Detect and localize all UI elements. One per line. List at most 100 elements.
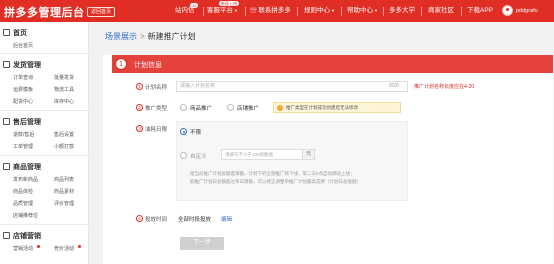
promotion-type-notice: ! 推广类型在计划成功创建后无法修改 xyxy=(273,102,401,113)
page-title: 新建推广计划 xyxy=(147,32,196,41)
sidebar-item-logistics[interactable]: 物流工具 xyxy=(54,86,74,93)
sidebar-item-batch-ship[interactable]: 批量发货 xyxy=(54,74,74,81)
divider xyxy=(0,224,89,225)
char-counter: 0/20 xyxy=(389,83,399,89)
truck-icon xyxy=(3,61,10,68)
plan-name-label: 计划名称 xyxy=(145,85,168,91)
return-icon xyxy=(3,118,10,125)
sidebar-item-recommend-slot[interactable]: 店铺推荐位 xyxy=(13,212,38,219)
sidebar-item-product-assets[interactable]: 商品素材 xyxy=(54,188,74,195)
nav-download-app-label: 下载APP xyxy=(467,7,494,14)
product-promotion-option[interactable]: 商品推广 xyxy=(190,104,212,112)
sidebar-item-orders[interactable]: 订单查询 xyxy=(13,74,33,81)
sidebar-item-aftersale-settings[interactable]: 售后设置 xyxy=(54,131,74,138)
sidebar-item-home[interactable]: 后台首页 xyxy=(13,42,33,49)
home-icon xyxy=(3,29,10,36)
budget-input[interactable]: 请填写不小于100的数值 xyxy=(221,149,303,160)
nav-divider xyxy=(341,7,342,16)
nav-download-app[interactable]: 下载APP xyxy=(467,0,493,22)
divider xyxy=(0,53,89,54)
back-home-button[interactable]: 返回首页 xyxy=(87,7,116,17)
phone-icon: ☏ xyxy=(250,7,257,14)
store-promotion-option[interactable]: 店铺推广 xyxy=(237,104,259,112)
sidebar-section-products[interactable]: 商品管理 xyxy=(3,162,41,172)
budget-panel xyxy=(176,121,408,201)
sidebar-item-refund[interactable]: 退款/售后 xyxy=(13,131,34,138)
top-bar: 拼多多管理后台 返回首页 站内信 26 客服平台▼ 新版上线 ☏ 联系拼多多 规… xyxy=(0,0,554,22)
messages-badge: 26 xyxy=(190,3,199,8)
breadcrumb-parent[interactable]: 场景展示 xyxy=(105,32,137,41)
store-promotion-radio[interactable] xyxy=(227,104,234,111)
nav-contact-label: 联系拼多多 xyxy=(258,7,291,14)
sidebar-section-label: 售后管理 xyxy=(13,119,41,126)
box-icon xyxy=(3,163,10,170)
row-number: 1 xyxy=(136,83,143,90)
username[interactable]: pddgrafu xyxy=(516,0,538,22)
nav-university-label: 多多大学 xyxy=(389,7,415,14)
promotion-type-label: 推广类型 xyxy=(145,106,168,112)
chevron-down-icon: ▼ xyxy=(331,8,335,13)
nav-community[interactable]: 商家社区 xyxy=(428,0,454,22)
sidebar-item-new-product[interactable]: 发布新商品 xyxy=(13,176,38,183)
app-logo[interactable]: 拼多多管理后台 xyxy=(4,4,85,20)
nav-rules[interactable]: 规则中心▼ xyxy=(304,0,335,22)
product-promotion-radio[interactable] xyxy=(180,104,187,111)
main-content: 场景展示 > 新建推广计划 1 计划信息 1 计划名称 请输入计划名称 0/20 推… xyxy=(89,22,554,264)
plan-name-hint: 推广计划名称长度应在4-20 xyxy=(414,84,475,90)
chevron-down-icon: ▼ xyxy=(234,8,238,13)
notification-dot xyxy=(37,245,40,248)
nav-community-label: 商家社区 xyxy=(428,7,454,14)
row-number: 4 xyxy=(136,215,143,222)
sidebar-item-product-check[interactable]: 商品体检 xyxy=(13,188,33,195)
warning-icon: ! xyxy=(277,104,283,111)
next-step-button[interactable]: 下一步 xyxy=(180,237,224,250)
row-number: 3 xyxy=(136,125,143,132)
sidebar-item-small-payment[interactable]: 小额打款 xyxy=(54,143,74,150)
nav-contact[interactable]: ☏ 联系拼多多 xyxy=(250,0,291,22)
avatar[interactable] xyxy=(502,5,513,16)
sidebar-section-label: 店铺营销 xyxy=(13,233,41,240)
sidebar-item-marketing-activity[interactable]: 营销活动 xyxy=(13,245,33,252)
store-icon xyxy=(3,232,10,239)
daily-budget-label: 油耗日限 xyxy=(145,127,168,133)
sidebar-item-tickets[interactable]: 工单管理 xyxy=(13,143,33,150)
sidebar-item-distribution[interactable]: 配货中心 xyxy=(13,98,33,105)
sidebar-item-inventory[interactable]: 库存中心 xyxy=(54,98,74,105)
card-header: 1 计划信息 xyxy=(103,55,553,73)
sidebar-section-marketing[interactable]: 店铺营销 xyxy=(3,231,41,241)
unlimited-option[interactable]: 不限 xyxy=(190,128,201,136)
sidebar-section-aftersale[interactable]: 售后管理 xyxy=(3,117,41,127)
step-number: 1 xyxy=(115,58,127,70)
custom-radio[interactable] xyxy=(180,152,187,159)
sidebar-item-shipping-template[interactable]: 运费模板 xyxy=(13,86,33,93)
nav-help-label: 帮助中心 xyxy=(347,7,373,14)
nav-customer-service-label: 客服平台 xyxy=(207,7,233,14)
sidebar-section-label: 首页 xyxy=(13,30,27,37)
row-number: 2 xyxy=(136,104,143,111)
schedule-label: 投放时间 xyxy=(145,217,168,223)
budget-description: 如推广计划日总额超过单日限额，可以修正调整单推广计划最高花费（计划日总限额） xyxy=(190,179,361,184)
plan-name-input[interactable]: 请输入计划名称 xyxy=(176,81,408,92)
nav-divider xyxy=(461,7,462,16)
sidebar-section-shipping[interactable]: 发货管理 xyxy=(3,60,41,70)
breadcrumb-separator: > xyxy=(140,32,145,41)
nav-messages-label: 站内信 xyxy=(175,7,195,14)
sidebar-item-quality[interactable]: 品质管理 xyxy=(13,200,33,207)
schedule-edit-link[interactable]: 编辑 xyxy=(221,215,232,223)
sidebar-item-reviews[interactable]: 评价管理 xyxy=(54,200,74,207)
divider xyxy=(0,155,89,156)
card-title: 计划信息 xyxy=(134,62,162,69)
unlimited-radio[interactable] xyxy=(180,128,187,135)
nav-help[interactable]: 帮助中心▼ xyxy=(347,0,378,22)
custom-option[interactable]: 自定义 xyxy=(190,152,207,160)
budget-unit: 元 xyxy=(303,149,315,160)
nav-divider xyxy=(297,7,298,16)
nav-university[interactable]: 多多大学 xyxy=(389,0,415,22)
nav-divider xyxy=(421,7,422,16)
plan-info-card: 1 计划信息 1 计划名称 请输入计划名称 0/20 推广计划名称长度应在4-2… xyxy=(103,55,553,264)
sidebar-item-product-list[interactable]: 商品列表 xyxy=(54,176,74,183)
sidebar-section-home[interactable]: 首页 xyxy=(3,28,27,38)
sidebar-item-bidding[interactable]: 竞价活动 xyxy=(54,245,74,252)
notification-dot xyxy=(78,245,81,248)
nav-rules-label: 规则中心 xyxy=(304,7,330,14)
